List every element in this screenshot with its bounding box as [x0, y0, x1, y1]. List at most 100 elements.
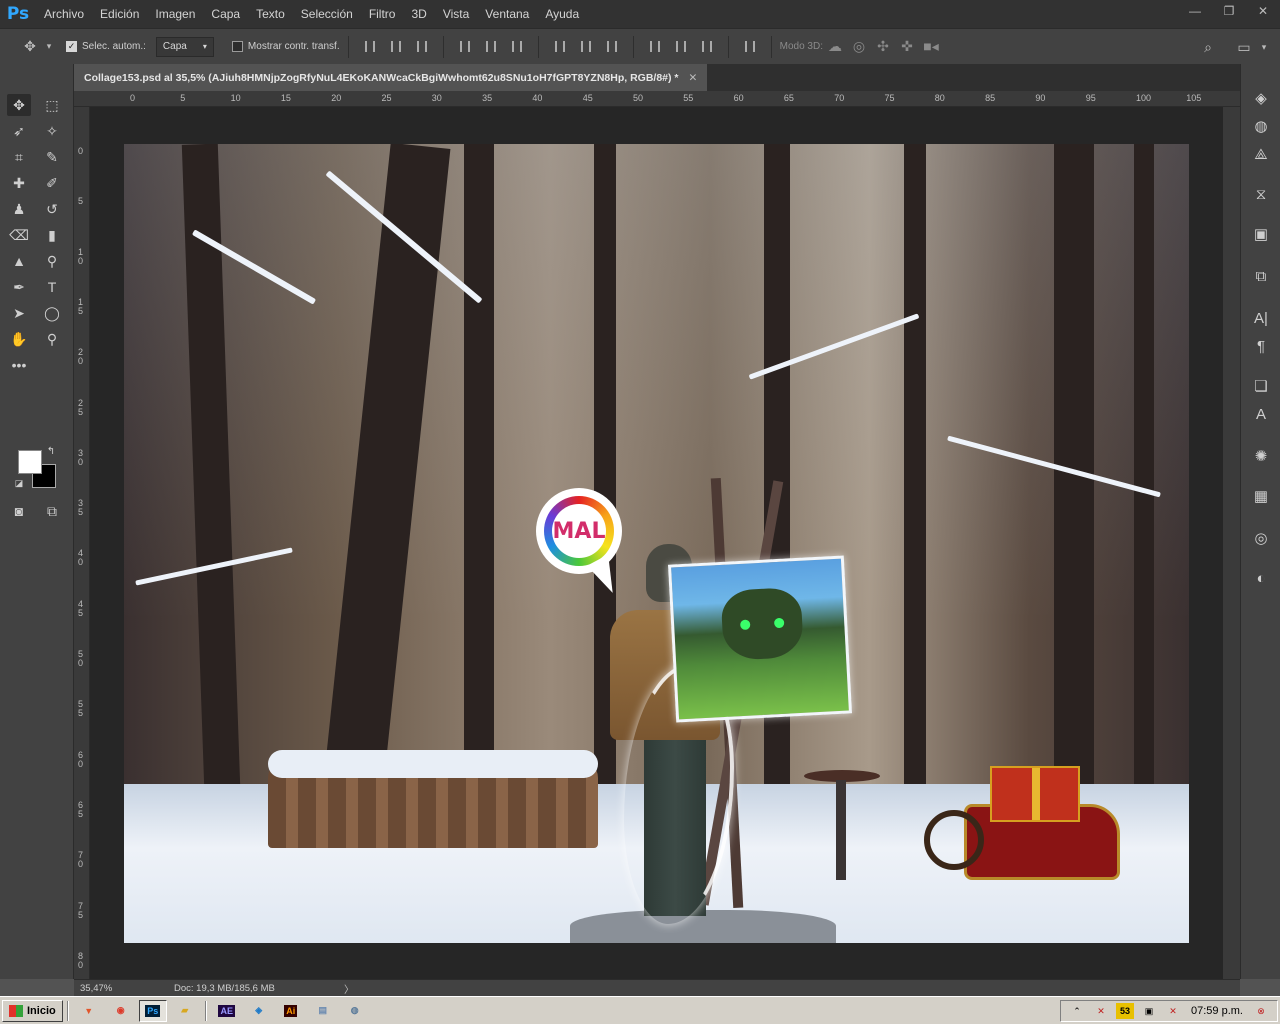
- menu-vista[interactable]: Vista: [435, 0, 477, 28]
- menu-archivo[interactable]: Archivo: [36, 0, 92, 28]
- zoom-tool-icon[interactable]: ⚲: [40, 328, 64, 350]
- network-disconnected-icon[interactable]: ✕: [1164, 1003, 1182, 1019]
- close-tab-icon[interactable]: ✕: [689, 72, 698, 84]
- doc-size-info[interactable]: Doc: 19,3 MB/185,6 MB: [174, 983, 344, 994]
- move-tool-icon[interactable]: ✥: [7, 94, 31, 116]
- auto-align-icon[interactable]: [737, 37, 763, 57]
- scale-3d-icon[interactable]: ■◂: [919, 35, 943, 59]
- document-tab[interactable]: Collage153.psd al 35,5% (AJiuh8HMNjpZogR…: [74, 64, 708, 91]
- adjustments-icon[interactable]: ◐: [1249, 566, 1273, 590]
- close-button[interactable]: ✕: [1246, 0, 1280, 22]
- auto-select-option[interactable]: ✓ Selec. autom.:: [66, 41, 146, 52]
- ellipse-tool-icon[interactable]: ◯: [40, 302, 64, 324]
- path-selection-icon[interactable]: ➤: [7, 302, 31, 324]
- type-tool-icon[interactable]: T: [40, 276, 64, 298]
- swatches-icon[interactable]: ✺: [1249, 444, 1273, 468]
- menu-imagen[interactable]: Imagen: [147, 0, 203, 28]
- marquee-tool-icon[interactable]: ⬚: [40, 94, 64, 116]
- lasso-tool-icon[interactable]: ➶: [7, 120, 31, 142]
- align-hcenter-icon[interactable]: [478, 37, 504, 57]
- menu-edicion[interactable]: Edición: [92, 0, 147, 28]
- photoshop-taskbar-button[interactable]: Ps: [138, 999, 167, 1022]
- libraries-icon[interactable]: ◎: [1249, 526, 1273, 550]
- distribute-hcenter-icon[interactable]: [668, 37, 694, 57]
- tray-app-icon[interactable]: 53: [1116, 1003, 1135, 1019]
- notification-icon[interactable]: ⊗: [1252, 1003, 1270, 1019]
- quick-mask-icon[interactable]: ◙: [7, 500, 31, 522]
- sound-muted-icon[interactable]: ✕: [1092, 1003, 1110, 1019]
- actions-icon[interactable]: ▣: [1249, 222, 1273, 246]
- eyedropper-icon[interactable]: ✎: [40, 146, 64, 168]
- blur-tool-icon[interactable]: ▲: [7, 250, 31, 272]
- chevron-right-icon[interactable]: 〉: [344, 981, 354, 996]
- align-vcenter-icon[interactable]: [383, 37, 409, 57]
- eraser-tool-icon[interactable]: ⌫: [7, 224, 31, 246]
- menu-capa[interactable]: Capa: [203, 0, 248, 28]
- pan-3d-icon[interactable]: ✣: [871, 35, 895, 59]
- distribute-top-icon[interactable]: [547, 37, 573, 57]
- align-left-icon[interactable]: [452, 37, 478, 57]
- brush-tool-icon[interactable]: ✐: [40, 172, 64, 194]
- character-icon[interactable]: A|: [1249, 306, 1273, 330]
- menu-seleccion[interactable]: Selección: [293, 0, 361, 28]
- magic-wand-icon[interactable]: ✧: [40, 120, 64, 142]
- distribute-right-icon[interactable]: [694, 37, 720, 57]
- chrome-icon[interactable]: ◉: [107, 1000, 135, 1022]
- pen-tool-icon[interactable]: ✒: [7, 276, 31, 298]
- gradient-tool-icon[interactable]: ▮: [40, 224, 64, 246]
- chevron-down-icon[interactable]: ▾: [42, 35, 56, 59]
- distribute-vcenter-icon[interactable]: [573, 37, 599, 57]
- clone-stamp-icon[interactable]: ♟: [7, 198, 31, 220]
- more-tools-icon[interactable]: •••: [7, 354, 31, 376]
- slide-3d-icon[interactable]: ✜: [895, 35, 919, 59]
- restore-button[interactable]: ❐: [1212, 0, 1246, 22]
- minimize-button[interactable]: —: [1178, 0, 1212, 22]
- character-styles-icon[interactable]: A: [1249, 402, 1273, 426]
- vertical-scrollbar[interactable]: [1223, 107, 1240, 979]
- history-brush-icon[interactable]: ↺: [40, 198, 64, 220]
- history-icon[interactable]: ⧖: [1249, 182, 1273, 206]
- vertical-ruler[interactable]: 0 5 1 0 1 5 2 0 2 5 3 0 3 5 4 0 4 5 5 0 5 5 6 0 6 5 7 …: [74, 107, 90, 979]
- foreground-color-swatch[interactable]: [18, 450, 42, 474]
- network-icon[interactable]: ◈: [245, 1000, 273, 1022]
- clone-source-icon[interactable]: ⧉: [1249, 264, 1273, 288]
- channels-icon[interactable]: ◍: [1249, 114, 1273, 138]
- workspace-icon[interactable]: ▭: [1232, 35, 1256, 59]
- default-colors-icon[interactable]: ◪: [12, 476, 26, 490]
- show-transform-checkbox[interactable]: [231, 41, 243, 52]
- auto-select-target-select[interactable]: Capa ▾: [155, 36, 214, 57]
- orbit-3d-icon[interactable]: ☁: [823, 35, 847, 59]
- horizontal-ruler[interactable]: 0 5 10 15 20 25 30 35 40 45 50 55 60 65 70 75 80 85 90 95 10…: [74, 91, 1240, 107]
- chevron-down-icon[interactable]: ▾: [1258, 35, 1270, 59]
- align-right-icon[interactable]: [504, 37, 530, 57]
- after-effects-button[interactable]: AE: [213, 1000, 241, 1022]
- roll-3d-icon[interactable]: ◎: [847, 35, 871, 59]
- illustrator-button[interactable]: Ai: [277, 1000, 305, 1022]
- menu-ayuda[interactable]: Ayuda: [537, 0, 587, 28]
- search-icon[interactable]: ⌕: [1196, 35, 1220, 59]
- notepad-icon[interactable]: ▤: [309, 1000, 337, 1022]
- dodge-tool-icon[interactable]: ⚲: [40, 250, 64, 272]
- paragraph-icon[interactable]: ¶: [1249, 334, 1273, 358]
- clock[interactable]: 07:59 p.m.: [1191, 1005, 1243, 1017]
- show-transform-option[interactable]: Mostrar contr. transf.: [231, 41, 340, 52]
- grid-icon[interactable]: ▦: [1249, 484, 1273, 508]
- auto-select-checkbox[interactable]: ✓: [66, 41, 77, 52]
- align-top-icon[interactable]: [357, 37, 383, 57]
- display-icon[interactable]: ▣: [1140, 1003, 1158, 1019]
- align-bottom-icon[interactable]: [409, 37, 435, 57]
- crop-tool-icon[interactable]: ⌗: [7, 146, 31, 168]
- paragraph-styles-icon[interactable]: ❏: [1249, 374, 1273, 398]
- distribute-left-icon[interactable]: [642, 37, 668, 57]
- paths-icon[interactable]: ⟁: [1249, 142, 1273, 166]
- zoom-field[interactable]: 35,47%: [74, 983, 134, 994]
- layers-icon[interactable]: ◈: [1249, 86, 1273, 110]
- folder-icon[interactable]: ▰: [171, 1000, 199, 1022]
- menu-3d[interactable]: 3D: [403, 0, 434, 28]
- brave-icon[interactable]: ▼: [75, 1000, 103, 1022]
- document-canvas[interactable]: MAL: [124, 144, 1189, 943]
- menu-ventana[interactable]: Ventana: [477, 0, 537, 28]
- move-tool-icon[interactable]: ✥: [18, 35, 42, 59]
- menu-filtro[interactable]: Filtro: [361, 0, 404, 28]
- start-button[interactable]: Inicio: [2, 999, 63, 1022]
